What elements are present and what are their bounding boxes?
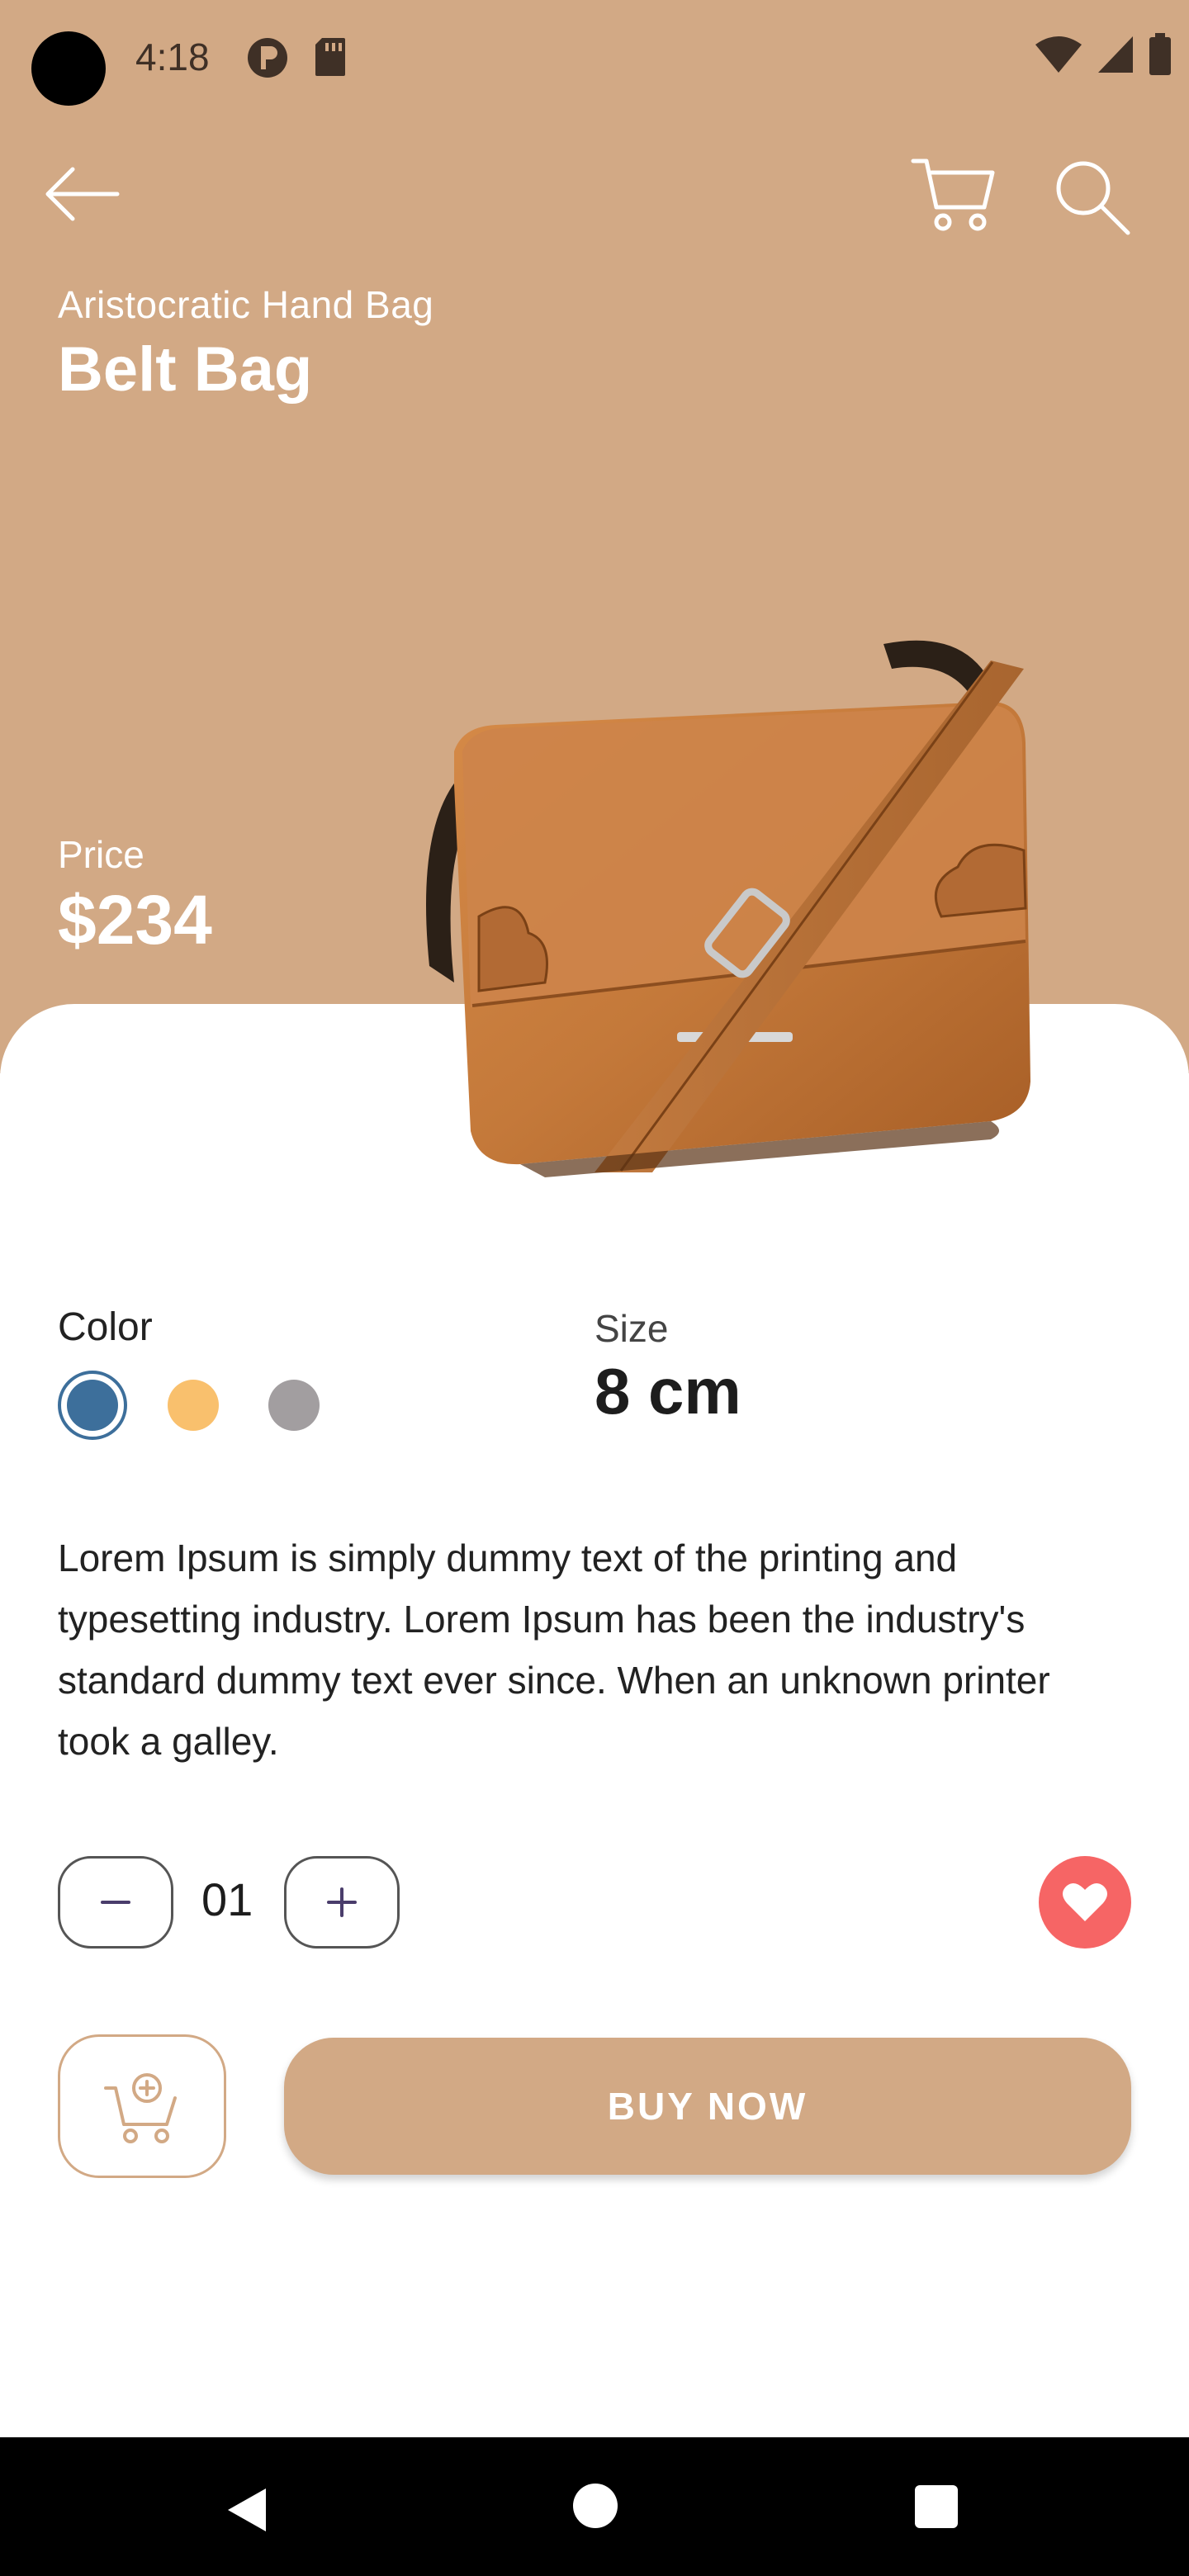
product-detail-screen: 4:18 Aristocratic Hand Bag Belt Bag Pric…	[0, 0, 1189, 2576]
swatch-dot	[268, 1380, 320, 1431]
buy-now-button[interactable]: BUY NOW	[284, 2038, 1131, 2175]
status-bar: 4:18	[0, 0, 1189, 116]
camera-cutout	[31, 31, 106, 106]
product-subtitle: Aristocratic Hand Bag	[58, 283, 434, 326]
favorite-button[interactable]	[1039, 1856, 1131, 1949]
heart-icon	[1063, 1882, 1107, 1921]
wifi-icon	[1034, 35, 1083, 78]
minus-icon	[101, 1901, 130, 1904]
cart-add-icon	[104, 2073, 177, 2143]
swatch-dot	[67, 1380, 118, 1431]
color-swatch-grey[interactable]	[259, 1371, 329, 1440]
signal-icon	[1097, 35, 1135, 78]
battery-icon	[1148, 33, 1172, 80]
p-icon	[246, 36, 289, 83]
nav-back-icon	[228, 2488, 266, 2531]
search-button[interactable]	[1050, 155, 1133, 238]
quantity-value: 01	[201, 1873, 253, 1925]
plus-icon	[327, 1887, 357, 1917]
cart-icon	[911, 159, 995, 231]
color-swatch-blue[interactable]	[58, 1371, 127, 1440]
quantity-increase-button[interactable]	[284, 1856, 400, 1949]
add-to-cart-button[interactable]	[58, 2034, 226, 2178]
status-icons-right	[1034, 33, 1172, 80]
arrow-left-icon	[45, 167, 120, 221]
quantity-decrease-button[interactable]	[58, 1856, 173, 1949]
search-icon	[1056, 161, 1130, 235]
price-label: Price	[58, 833, 144, 876]
color-swatch-yellow[interactable]	[159, 1371, 228, 1440]
back-button[interactable]	[41, 161, 121, 227]
status-time: 4:18	[135, 36, 210, 78]
color-label: Color	[58, 1305, 153, 1349]
nav-recents-button[interactable]	[915, 2485, 958, 2528]
size-value: 8 cm	[594, 1355, 741, 1428]
product-image	[380, 619, 1040, 1181]
nav-back-button[interactable]	[223, 2485, 272, 2535]
swatch-dot	[168, 1380, 219, 1431]
price-value: $234	[58, 881, 212, 959]
cart-button[interactable]	[908, 153, 999, 235]
product-title: Belt Bag	[58, 334, 313, 405]
nav-home-button[interactable]	[573, 2484, 618, 2528]
color-swatches	[58, 1371, 329, 1440]
sd-card-icon	[314, 36, 347, 82]
size-label: Size	[594, 1307, 669, 1350]
product-description: Lorem Ipsum is simply dummy text of the …	[58, 1537, 1050, 1763]
